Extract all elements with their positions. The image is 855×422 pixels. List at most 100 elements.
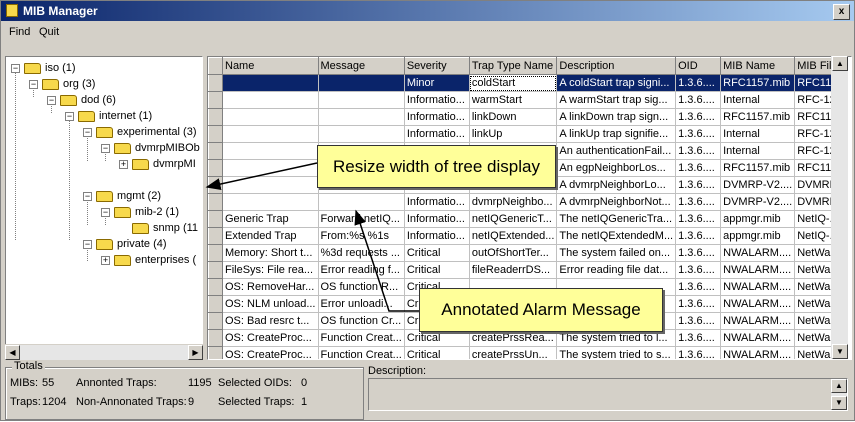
cell-name[interactable]: Memory: Short t... — [222, 244, 319, 262]
cell-trap-type-name[interactable]: fileReaderrDS... — [469, 261, 558, 279]
cell-trap-type-name[interactable]: coldStart — [469, 74, 558, 92]
row-header[interactable] — [208, 176, 223, 194]
tree-node-experimental[interactable]: − experimental (3) — [83, 124, 196, 140]
cell-mib-name[interactable]: appmgr.mib — [720, 210, 796, 228]
cell-oid[interactable]: 1.3.6.... — [675, 329, 722, 347]
column-header-trap-type-name[interactable]: Trap Type Name — [468, 57, 558, 75]
table-row[interactable]: Informatio... linkUp A linkUp trap signifi… — [208, 125, 848, 143]
row-header[interactable] — [208, 125, 223, 143]
cell-oid[interactable]: 1.3.6.... — [675, 312, 722, 330]
cell-oid[interactable]: 1.3.6.... — [675, 142, 722, 160]
cell-name[interactable]: Extended Trap — [222, 227, 319, 245]
cell-name[interactable]: OS: Bad resrc t... — [222, 312, 319, 330]
row-header[interactable] — [208, 142, 223, 160]
column-header-name[interactable]: Name — [222, 57, 319, 75]
cell-name[interactable]: OS: CreateProc... — [222, 346, 319, 359]
tree-node-mib2[interactable]: − mib-2 (1) — [101, 204, 179, 220]
tree-node-dvmrpmi[interactable]: + dvmrpMI — [119, 156, 196, 172]
close-button[interactable]: x — [833, 4, 850, 20]
cell-mib-name[interactable]: Internal — [720, 125, 796, 143]
cell-oid[interactable]: 1.3.6.... — [675, 295, 722, 313]
cell-mib-name[interactable]: Internal — [720, 91, 796, 109]
cell-message[interactable]: OS function Cr... — [318, 312, 405, 330]
table-row[interactable]: Memory: Short t... %3d requests ... Critic… — [208, 244, 848, 262]
row-header[interactable] — [208, 312, 223, 330]
collapse-icon[interactable]: − — [101, 143, 110, 153]
cell-mib-name[interactable]: RFC1157.mib — [720, 108, 796, 126]
row-header[interactable] — [208, 210, 223, 228]
cell-oid[interactable]: 1.3.6.... — [675, 176, 722, 194]
cell-oid[interactable]: 1.3.6.... — [675, 346, 722, 359]
table-row[interactable]: OS: CreateProc... Function Creat... Critic… — [208, 346, 848, 359]
cell-severity[interactable]: Critical — [404, 329, 470, 347]
row-header[interactable] — [208, 346, 223, 359]
cell-message[interactable] — [318, 108, 405, 126]
table-row[interactable]: Informatio... warmStart A warmStart trap s… — [208, 91, 848, 109]
cell-name[interactable] — [222, 193, 319, 211]
cell-description[interactable]: The system failed on... — [556, 244, 677, 262]
cell-trap-type-name[interactable]: netIQExtended... — [469, 227, 558, 245]
expand-icon[interactable]: + — [119, 159, 128, 169]
collapse-icon[interactable]: − — [83, 127, 92, 137]
cell-mib-name[interactable]: DVMRP-V2.... — [720, 176, 796, 194]
cell-description[interactable]: A linkUp trap signifie... — [556, 125, 677, 143]
cell-severity[interactable]: Critical — [404, 261, 470, 279]
collapse-icon[interactable]: − — [11, 63, 20, 73]
cell-message[interactable]: Forward netIQ... — [318, 210, 405, 228]
cell-oid[interactable]: 1.3.6.... — [675, 210, 722, 228]
column-header-message[interactable]: Message — [317, 57, 405, 75]
cell-mib-name[interactable]: NWALARM.... — [720, 278, 796, 296]
row-header[interactable] — [208, 244, 223, 262]
cell-severity[interactable]: Informatio... — [404, 125, 470, 143]
tree-node-snmp[interactable]: snmp (11 — [132, 220, 198, 236]
cell-description[interactable]: The netIQGenericTra... — [556, 210, 677, 228]
cell-description[interactable]: A dvmrpNeighborNot... — [556, 193, 677, 211]
cell-name[interactable]: OS: NLM unload... — [222, 295, 319, 313]
cell-severity[interactable]: Informatio... — [404, 193, 470, 211]
cell-name[interactable] — [222, 91, 319, 109]
scroll-down-icon[interactable]: ▼ — [831, 396, 847, 410]
tree-node-org[interactable]: − org (3) — [29, 76, 95, 92]
collapse-icon[interactable]: − — [29, 79, 38, 89]
table-vertical-scrollbar[interactable]: ▲ ▼ — [831, 56, 848, 359]
row-header[interactable] — [208, 261, 223, 279]
cell-message[interactable]: Function Creat... — [318, 346, 405, 359]
scroll-left-icon[interactable]: ◀ — [5, 345, 20, 360]
scroll-up-icon[interactable]: ▲ — [832, 56, 848, 71]
cell-description[interactable]: The system tried to s... — [556, 346, 677, 359]
cell-message[interactable]: Function Creat... — [318, 329, 405, 347]
tree-node-private[interactable]: − private (4) — [83, 236, 167, 252]
cell-mib-name[interactable]: NWALARM.... — [720, 312, 796, 330]
cell-message[interactable]: Error reading f... — [318, 261, 405, 279]
cell-severity[interactable]: Informatio... — [404, 91, 470, 109]
table-row[interactable]: OS: CreateProc... Function Creat... Critic… — [208, 329, 848, 347]
cell-description[interactable]: An authenticationFail... — [556, 142, 677, 160]
cell-oid[interactable]: 1.3.6.... — [675, 108, 722, 126]
cell-name[interactable] — [222, 108, 319, 126]
cell-trap-type-name[interactable]: netIQGenericT... — [469, 210, 558, 228]
cell-description[interactable]: An egpNeighborLos... — [556, 159, 677, 177]
cell-message[interactable] — [318, 91, 405, 109]
tree-node-internet[interactable]: − internet (1) — [65, 108, 152, 124]
cell-message[interactable] — [318, 74, 405, 92]
cell-mib-name[interactable]: Internal — [720, 142, 796, 160]
cell-name[interactable] — [222, 159, 319, 177]
column-header-severity[interactable]: Severity — [403, 57, 470, 75]
cell-message[interactable]: From:%s %1s — [318, 227, 405, 245]
scroll-down-icon[interactable]: ▼ — [832, 344, 848, 359]
cell-description[interactable]: A coldStart trap signi... — [556, 74, 677, 92]
collapse-icon[interactable]: − — [83, 239, 92, 249]
cell-severity[interactable]: Informatio... — [404, 227, 470, 245]
cell-severity[interactable]: Informatio... — [404, 210, 470, 228]
table-row[interactable]: FileSys: File rea... Error reading f... Cr… — [208, 261, 848, 279]
cell-trap-type-name[interactable]: createPrssRea... — [469, 329, 558, 347]
cell-severity[interactable]: Informatio... — [404, 108, 470, 126]
cell-description[interactable]: The netIQExtendedM... — [556, 227, 677, 245]
cell-description[interactable]: A warmStart trap sig... — [556, 91, 677, 109]
cell-mib-name[interactable]: appmgr.mib — [720, 227, 796, 245]
cell-name[interactable]: OS: CreateProc... — [222, 329, 319, 347]
scroll-up-icon[interactable]: ▲ — [831, 379, 847, 393]
row-header[interactable] — [208, 91, 223, 109]
cell-message[interactable] — [318, 193, 405, 211]
cell-severity[interactable]: Critical — [404, 244, 470, 262]
